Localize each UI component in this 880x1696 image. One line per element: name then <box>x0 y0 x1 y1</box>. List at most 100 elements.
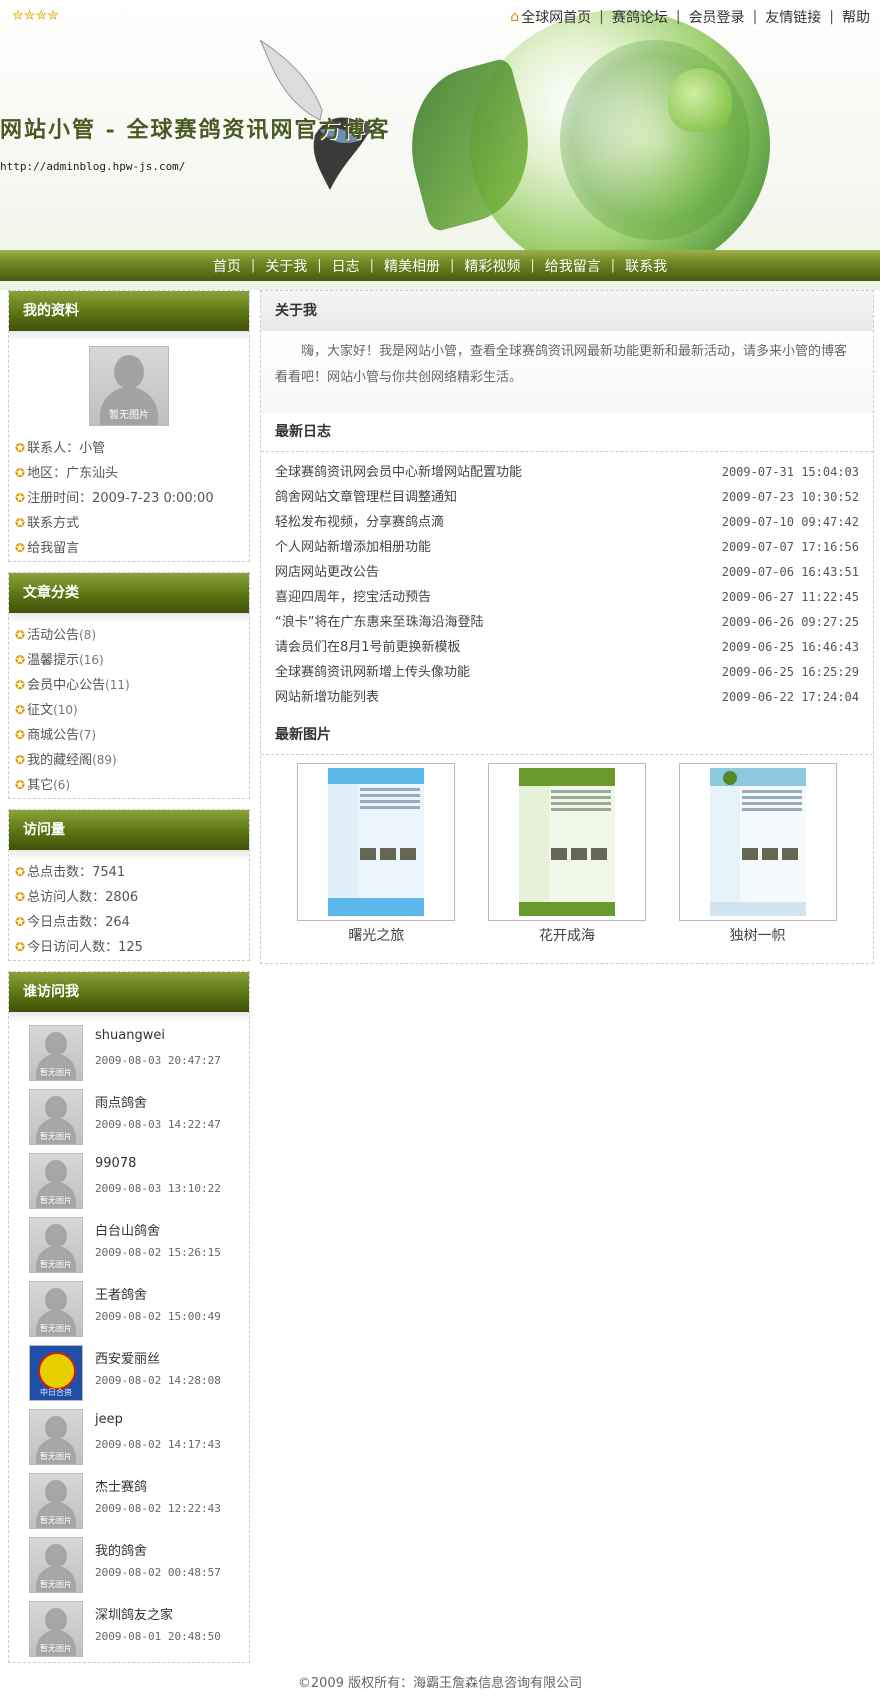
main-content: 关于我 嗨，大家好！我是网站小管，查看全球赛鸽资讯网最新功能更新和最新活动，请多… <box>260 290 874 964</box>
log-date: 2009-07-23 10:30:52 <box>721 490 859 504</box>
category-item[interactable]: ✪ 温馨提示(16) <box>9 648 249 673</box>
visitor-item[interactable]: 暂无图片 王者鸽舍 2009-08-02 15:00:49 <box>9 1278 249 1342</box>
category-item[interactable]: ✪ 商城公告(7) <box>9 723 249 748</box>
top-link-login[interactable]: 会员登录 <box>689 7 745 27</box>
profile-box: 我的资料 暂无图片 ✪ 联系人：小管 ✪ 地区：广东汕头 ✪ 注册时间：2009-7-… <box>8 290 250 562</box>
visitor-item[interactable]: 暂无图片 雨点鸽舍 2009-08-03 14:22:47 <box>9 1086 249 1150</box>
pic-caption[interactable]: 曙光之旅 <box>297 925 455 945</box>
visitor-name[interactable]: jeep <box>95 1412 123 1427</box>
visitor-name[interactable]: shuangwei <box>95 1028 165 1043</box>
visitor-time: 2009-08-02 00:48:57 <box>95 1566 221 1579</box>
log-row[interactable]: 全球赛鸽资讯网新增上传头像功能 2009-06-25 16:25:29 <box>261 660 873 685</box>
latest-pics-heading: 最新图片 <box>261 716 873 755</box>
log-row[interactable]: “浪卡”将在广东惠来至珠海沿海登陆 2009-06-26 09:27:25 <box>261 610 873 635</box>
nav-album[interactable]: 精美相册 <box>384 256 440 276</box>
visitor-avatar[interactable]: 暂无图片 <box>29 1025 83 1081</box>
visitor-avatar[interactable]: 暂无图片 <box>29 1537 83 1593</box>
top-link-forum[interactable]: 赛鸽论坛 <box>612 7 668 27</box>
log-title[interactable]: 个人网站新增添加相册功能 <box>275 535 431 560</box>
visitor-avatar[interactable]: 暂无图片 <box>29 1217 83 1273</box>
visitor-name[interactable]: 杰士赛鸽 <box>95 1476 147 1495</box>
pic-item[interactable]: 花开成海 <box>487 763 646 945</box>
star-icon: ✪ <box>15 541 26 555</box>
log-title[interactable]: 轻松发布视频，分享赛鸽点滴 <box>275 510 444 535</box>
sidebar: 我的资料 暂无图片 ✪ 联系人：小管 ✪ 地区：广东汕头 ✪ 注册时间：2009-7-… <box>8 290 250 1673</box>
star-icon: ✪ <box>15 466 26 480</box>
log-row[interactable]: 轻松发布视频，分享赛鸽点滴 2009-07-10 09:47:42 <box>261 510 873 535</box>
visitor-name[interactable]: 西安爱丽丝 <box>95 1348 160 1367</box>
log-title[interactable]: 全球赛鸽资讯网新增上传头像功能 <box>275 660 470 685</box>
heart-leaf-image <box>668 68 732 132</box>
nav-contact[interactable]: 联系我 <box>625 256 667 276</box>
rating-stars: ✮✮✮✮ <box>12 8 59 24</box>
pic-thumbnail[interactable] <box>297 763 456 921</box>
pic-thumbnail[interactable] <box>678 763 837 921</box>
log-row[interactable]: 喜迎四周年，挖宝活动预告 2009-06-27 11:22:45 <box>261 585 873 610</box>
log-row[interactable]: 网店网站更改公告 2009-07-06 16:43:51 <box>261 560 873 585</box>
log-title[interactable]: 全球赛鸽资讯网会员中心新增网站配置功能 <box>275 460 522 485</box>
nav-log[interactable]: 日志 <box>332 256 360 276</box>
visitor-item[interactable]: 暂无图片 jeep 2009-08-02 14:17:43 <box>9 1406 249 1470</box>
log-title[interactable]: 喜迎四周年，挖宝活动预告 <box>275 585 431 610</box>
log-title[interactable]: “浪卡”将在广东惠来至珠海沿海登陆 <box>275 610 483 635</box>
visitor-name[interactable]: 白台山鸽舍 <box>95 1220 160 1239</box>
pic-item[interactable]: 独树一帜 <box>678 763 837 945</box>
log-date: 2009-07-06 16:43:51 <box>721 565 859 579</box>
category-item[interactable]: ✪ 活动公告(8) <box>9 623 249 648</box>
visitor-name[interactable]: 99078 <box>95 1156 136 1171</box>
log-row[interactable]: 鸽舍网站文章管理栏目调整通知 2009-07-23 10:30:52 <box>261 485 873 510</box>
log-title[interactable]: 鸽舍网站文章管理栏目调整通知 <box>275 485 457 510</box>
category-item[interactable]: ✪ 征文(10) <box>9 698 249 723</box>
category-item[interactable]: ✪ 我的藏经阁(89) <box>9 748 249 773</box>
top-link-help[interactable]: 帮助 <box>842 7 870 27</box>
visitor-avatar[interactable]: 暂无图片 <box>29 1601 83 1657</box>
visitor-avatar[interactable]: 暂无图片 <box>29 1153 83 1209</box>
visitor-item[interactable]: 暂无图片 深圳鸽友之家 2009-08-01 20:48:50 <box>9 1598 249 1662</box>
log-title[interactable]: 网站新增功能列表 <box>275 685 379 710</box>
log-row[interactable]: 网站新增功能列表 2009-06-22 17:24:04 <box>261 685 873 710</box>
visitor-name[interactable]: 雨点鸽舍 <box>95 1092 147 1111</box>
visitor-item[interactable]: 暂无图片 shuangwei 2009-08-03 20:47:27 <box>9 1022 249 1086</box>
category-heading: 文章分类 <box>9 573 249 613</box>
visitor-name[interactable]: 王者鸽舍 <box>95 1284 147 1303</box>
top-link-home[interactable]: 全球网首页 <box>521 7 591 27</box>
nav-message[interactable]: 给我留言 <box>545 256 601 276</box>
visitor-item[interactable]: 暂无图片 杰士赛鸽 2009-08-02 12:22:43 <box>9 1470 249 1534</box>
nav-about[interactable]: 关于我 <box>265 256 307 276</box>
visitors-heading: 谁访问我 <box>9 972 249 1012</box>
star-icon: ✪ <box>15 678 26 692</box>
visitor-item[interactable]: 暂无图片 白台山鸽舍 2009-08-02 15:26:15 <box>9 1214 249 1278</box>
profile-message-link[interactable]: ✪ 给我留言 <box>9 536 249 561</box>
pic-item[interactable]: 曙光之旅 <box>297 763 456 945</box>
visitor-item[interactable]: 暂无图片 99078 2009-08-03 13:10:22 <box>9 1150 249 1214</box>
visitor-avatar-logo[interactable]: 中日合资 <box>29 1345 83 1401</box>
visitor-avatar[interactable]: 暂无图片 <box>29 1409 83 1465</box>
category-item[interactable]: ✪ 会员中心公告(11) <box>9 673 249 698</box>
nav-home[interactable]: 首页 <box>213 256 241 276</box>
category-item[interactable]: ✪ 其它(6) <box>9 773 249 798</box>
top-link-friends[interactable]: 友情链接 <box>765 7 821 27</box>
visitor-avatar[interactable]: 暂无图片 <box>29 1089 83 1145</box>
divider: | <box>752 9 758 25</box>
visitor-avatar[interactable]: 暂无图片 <box>29 1281 83 1337</box>
log-title[interactable]: 请会员们在8月1号前更换新模板 <box>275 635 461 660</box>
divider: | <box>675 9 681 25</box>
visitor-name[interactable]: 我的鸽舍 <box>95 1540 147 1559</box>
visitor-name[interactable]: 深圳鸽友之家 <box>95 1604 173 1623</box>
template-preview-image <box>709 768 806 916</box>
pic-thumbnail[interactable] <box>487 763 646 921</box>
divider: | <box>250 258 256 273</box>
log-title[interactable]: 网店网站更改公告 <box>275 560 379 585</box>
visitor-avatar[interactable]: 暂无图片 <box>29 1473 83 1529</box>
profile-contact-link[interactable]: ✪ 联系方式 <box>9 511 249 536</box>
log-row[interactable]: 个人网站新增添加相册功能 2009-07-07 17:16:56 <box>261 535 873 560</box>
latest-logs-heading: 最新日志 <box>261 413 873 452</box>
visitor-item[interactable]: 暂无图片 我的鸽舍 2009-08-02 00:48:57 <box>9 1534 249 1598</box>
globe-highlight <box>560 40 750 240</box>
log-row[interactable]: 全球赛鸽资讯网会员中心新增网站配置功能 2009-07-31 15:04:03 <box>261 460 873 485</box>
visitor-item[interactable]: 中日合资 西安爱丽丝 2009-08-02 14:28:08 <box>9 1342 249 1406</box>
pic-caption[interactable]: 花开成海 <box>488 925 646 945</box>
pic-caption[interactable]: 独树一帜 <box>679 925 837 945</box>
log-row[interactable]: 请会员们在8月1号前更换新模板 2009-06-25 16:46:43 <box>261 635 873 660</box>
nav-video[interactable]: 精彩视频 <box>464 256 520 276</box>
